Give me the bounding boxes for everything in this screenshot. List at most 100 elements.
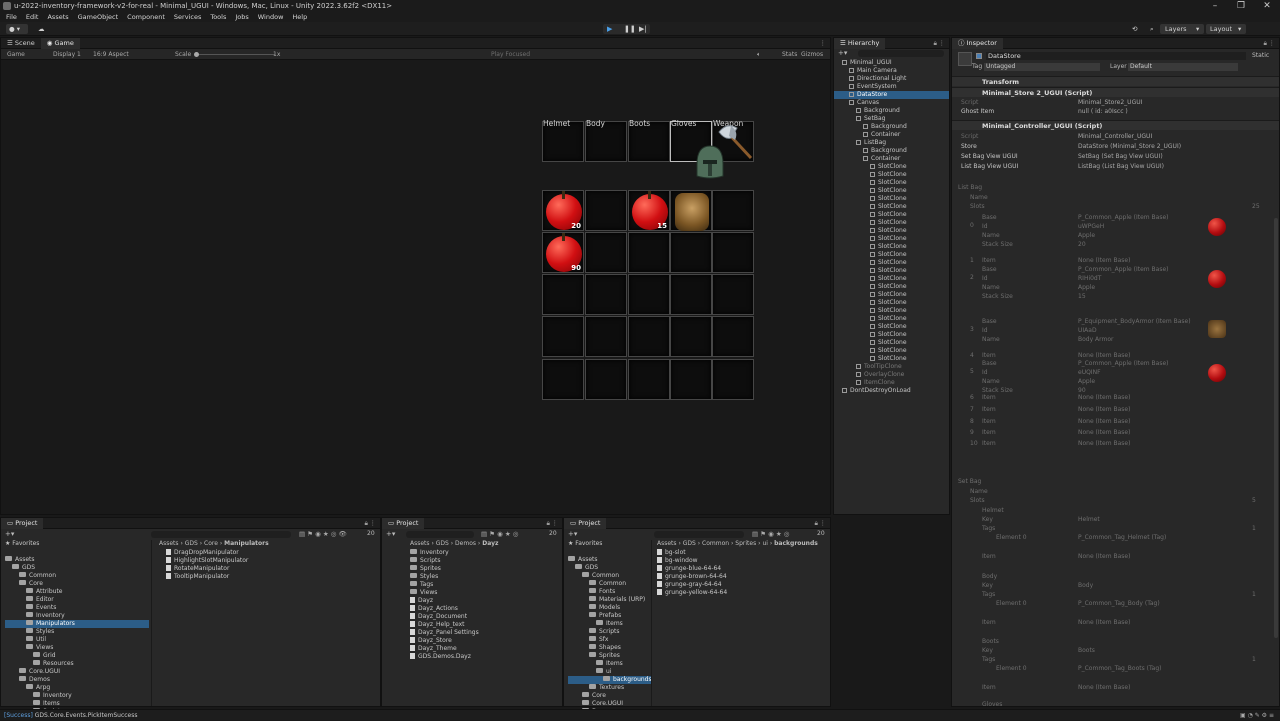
breadcrumb-item[interactable]: Assets	[410, 540, 430, 547]
menu-assets[interactable]: Assets	[47, 12, 68, 22]
inspector-scrollbar[interactable]	[1274, 218, 1278, 638]
folder-item[interactable]: Styles	[410, 573, 479, 581]
folder-item[interactable]: Inventory	[5, 692, 149, 700]
folder-item[interactable]: Scripts	[410, 557, 479, 565]
asset-item[interactable]: Dayz_Theme	[410, 645, 479, 653]
folder-item[interactable]: Items	[5, 700, 149, 708]
folder-item[interactable]: Items	[568, 620, 652, 628]
asset-item[interactable]: bg-slot	[657, 549, 727, 557]
more-menu-icon[interactable]: ⋮	[820, 38, 827, 49]
bag-slot[interactable]	[670, 316, 712, 357]
bag-slot[interactable]	[585, 232, 627, 273]
pause-icon[interactable]: ❚❚	[624, 24, 636, 34]
layer-dropdown[interactable]: Default	[1128, 63, 1238, 71]
asset-item[interactable]: grunge-blue-64-64	[657, 565, 727, 573]
bag-slot[interactable]	[670, 232, 712, 273]
folder-item[interactable]: Sfx	[568, 636, 652, 644]
folder-item[interactable]: Arpg	[5, 684, 149, 692]
equipment-slot-boots[interactable]: Boots	[628, 119, 670, 162]
folder-item[interactable]: Views	[5, 644, 149, 652]
status-icons[interactable]: ▣ ◔ ✎ ⚙ ≡	[1240, 710, 1274, 721]
asset-item[interactable]: Dayz_Panel Settings	[410, 629, 479, 637]
breadcrumb-item[interactable]: Common	[702, 540, 729, 547]
lock-icon[interactable]: 🔒︎	[1264, 38, 1267, 49]
more-menu-icon[interactable]: ⋮	[370, 518, 377, 529]
asset-item[interactable]: bg-window	[657, 557, 727, 565]
folder-item[interactable]: GDS	[5, 564, 149, 572]
folder-item[interactable]: Attribute	[5, 588, 149, 596]
ghost-item-field[interactable]: null ( id: a0Iscc )	[1078, 108, 1128, 116]
asset-item[interactable]: Dayz_Help_text	[410, 621, 479, 629]
filter-icons[interactable]: ▤ ⚑ ◉ ★ ◎ 👁︎	[299, 530, 347, 538]
gizmos-button[interactable]: Gizmos	[801, 49, 823, 60]
hierarchy-item[interactable]: Container	[834, 155, 949, 163]
controller-script-header[interactable]: Minimal_Controller_UGUI (Script)	[952, 120, 1279, 130]
hierarchy-item[interactable]: SlotClone	[834, 347, 949, 355]
hierarchy-item[interactable]: SetBag	[834, 115, 949, 123]
bag-slot[interactable]	[712, 190, 754, 231]
bag-slot[interactable]	[670, 274, 712, 315]
bag-slot[interactable]	[585, 274, 627, 315]
active-checkbox[interactable]	[976, 53, 982, 59]
bag-slot[interactable]	[628, 274, 670, 315]
game-mode-dropdown[interactable]: Game	[7, 49, 25, 60]
add-icon[interactable]: +▾	[386, 530, 395, 538]
asset-item[interactable]: HighlightSlotManipulator	[166, 557, 248, 565]
hierarchy-item[interactable]: SlotClone	[834, 283, 949, 291]
add-icon[interactable]: +▾	[568, 530, 577, 538]
hierarchy-item[interactable]: SlotClone	[834, 171, 949, 179]
asset-item[interactable]: grunge-brown-64-64	[657, 573, 727, 581]
menu-services[interactable]: Services	[174, 12, 201, 22]
project-1-favorites[interactable]: ★ Favorites	[5, 540, 39, 548]
tab-project[interactable]: ▭ Project	[382, 518, 425, 529]
breadcrumb-item[interactable]: Demos	[455, 540, 476, 547]
folder-item[interactable]: Common	[5, 572, 149, 580]
folder-item[interactable]: Resources	[5, 660, 149, 668]
hierarchy-item[interactable]: SlotClone	[834, 323, 949, 331]
breadcrumb-item[interactable]: GDS	[185, 540, 198, 547]
folder-item[interactable]: backgrounds	[568, 676, 652, 684]
folder-item[interactable]: Editor	[5, 596, 149, 604]
hierarchy-item[interactable]: SlotClone	[834, 299, 949, 307]
folder-item[interactable]: Util	[5, 636, 149, 644]
play-icon[interactable]: ▶	[607, 24, 612, 34]
transform-header[interactable]: Transform	[952, 76, 1279, 86]
bag-slot[interactable]	[542, 316, 584, 357]
asset-item[interactable]: Dayz_Actions	[410, 605, 479, 613]
hierarchy-item[interactable]: SlotClone	[834, 227, 949, 235]
folder-item[interactable]: Common	[568, 580, 652, 588]
folder-item[interactable]: Textures	[568, 684, 652, 692]
minimize-icon[interactable]: –	[1202, 0, 1228, 12]
tab-project[interactable]: ▭ Project	[564, 518, 607, 529]
breadcrumb-item[interactable]: Sprites	[735, 540, 756, 547]
cloud-icon[interactable]: ☁	[38, 24, 45, 34]
add-icon[interactable]: +▾	[838, 49, 847, 57]
bag-slot[interactable]	[670, 359, 712, 400]
folder-item[interactable]: Models	[568, 604, 652, 612]
tab-scene[interactable]: ☰ Scene	[1, 38, 41, 49]
asset-item[interactable]: Dayz_Store	[410, 637, 479, 645]
folder-item[interactable]: Core	[5, 580, 149, 588]
hierarchy-item[interactable]: Main Camera	[834, 67, 949, 75]
breadcrumb-item[interactable]: Assets	[159, 540, 179, 547]
breadcrumb-item[interactable]: Core	[204, 540, 218, 547]
folder-item[interactable]: Sprites	[568, 652, 652, 660]
more-menu-icon[interactable]: ⋮	[1269, 38, 1276, 49]
folder-item[interactable]: Scripts	[568, 628, 652, 636]
more-menu-icon[interactable]: ⋮	[820, 518, 827, 529]
hierarchy-item[interactable]: SlotClone	[834, 187, 949, 195]
menu-tools[interactable]: Tools	[210, 12, 226, 22]
hierarchy-item[interactable]: SlotClone	[834, 211, 949, 219]
close-icon[interactable]: ✕	[1254, 0, 1280, 12]
equipment-slot-body[interactable]: Body	[585, 119, 627, 162]
hierarchy-item[interactable]: SlotClone	[834, 163, 949, 171]
stats-button[interactable]: Stats	[782, 49, 797, 60]
asset-item[interactable]: DragDropManipulator	[166, 549, 248, 557]
asset-item[interactable]: Dayz	[410, 597, 479, 605]
folder-item[interactable]: ui	[568, 668, 652, 676]
hierarchy-item[interactable]: DataStore	[834, 91, 949, 99]
bag-slot[interactable]	[585, 316, 627, 357]
bag-slot[interactable]: 20	[542, 190, 584, 231]
folder-item[interactable]: Fonts	[568, 588, 652, 596]
bag-slot[interactable]	[542, 359, 584, 400]
